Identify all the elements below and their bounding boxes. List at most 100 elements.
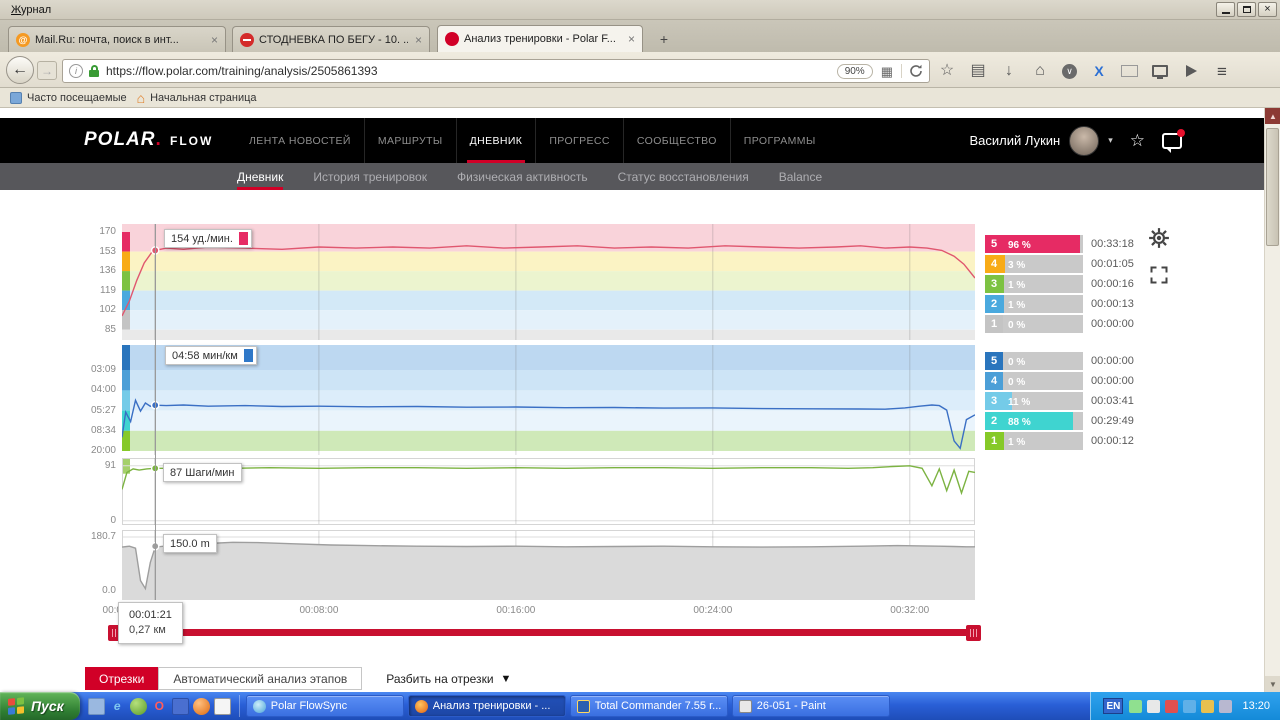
ball-icon[interactable] <box>193 698 210 715</box>
y-axis-tick: 170 <box>70 226 116 237</box>
hamburger-menu-icon[interactable]: ≡ <box>1213 62 1231 80</box>
frequent-bookmark-icon <box>10 92 22 104</box>
zone-row: 311 %00:03:41 <box>985 392 1134 410</box>
scrubber-right-handle[interactable] <box>966 625 981 641</box>
orb-icon[interactable] <box>130 698 147 715</box>
xmarks-sync-icon[interactable]: X <box>1090 62 1108 80</box>
new-tab-button[interactable]: + <box>652 29 676 49</box>
minimize-button[interactable] <box>1216 2 1235 17</box>
cursor-time-tooltip: 00:01:21 0,27 км <box>118 602 183 644</box>
restore-button[interactable] <box>1237 2 1256 17</box>
tray-icon[interactable] <box>1219 700 1232 713</box>
zone-bar: 0 % <box>1003 372 1083 390</box>
zone-row: 43 %00:01:05 <box>985 255 1134 273</box>
scroll-down-icon[interactable]: ▼ <box>1265 676 1280 692</box>
zone-time: 00:00:00 <box>1091 318 1134 330</box>
tray-icon[interactable] <box>1165 700 1178 713</box>
section-tab[interactable]: Отрезки <box>85 667 158 690</box>
back-button[interactable]: ← <box>6 56 34 84</box>
zone-percent: 0 % <box>1008 357 1025 368</box>
zone-bar: 1 % <box>1003 295 1083 313</box>
tab-close-icon[interactable]: × <box>415 33 422 47</box>
close-button[interactable]: × <box>1258 2 1277 17</box>
page-info-icon[interactable]: i <box>69 64 83 78</box>
bookmarks-menu-icon[interactable]: ▤ <box>969 62 987 80</box>
zone-time: 00:29:49 <box>1091 415 1134 427</box>
expand-fullscreen-icon[interactable] <box>1149 265 1169 285</box>
tray-icon[interactable] <box>1183 700 1196 713</box>
cursor-distance: 0,27 км <box>129 623 172 638</box>
browser-tabbar: @Mail.Ru: почта, поиск в инт...×СТОДНЕВК… <box>0 20 1280 52</box>
zone-time: 00:03:41 <box>1091 395 1134 407</box>
stop-favicon <box>240 33 254 47</box>
zone-row: 11 %00:00:12 <box>985 432 1134 450</box>
downloads-icon[interactable]: ↓ <box>1000 62 1018 80</box>
zone-percent: 3 % <box>1008 260 1025 271</box>
scrollbar-thumb[interactable] <box>1266 128 1279 246</box>
forward-button[interactable]: → <box>37 61 57 80</box>
windows-taskbar: Пуск e O Polar FlowSyncАнализ тренировки … <box>0 692 1280 720</box>
task-buttons: Polar FlowSyncАнализ тренировки - ...Tot… <box>244 695 892 717</box>
zone-number: 4 <box>985 372 1003 390</box>
language-indicator[interactable]: EN <box>1103 698 1123 714</box>
zone-time: 00:33:18 <box>1091 238 1134 250</box>
cadence-chart[interactable]: 910 <box>122 458 975 525</box>
bookmark-item[interactable]: ⌂Начальная страница <box>132 91 262 105</box>
https-lock-icon <box>89 65 99 77</box>
start-button[interactable]: Пуск <box>0 692 80 720</box>
browser-tab[interactable]: @Mail.Ru: почта, поиск в инт...× <box>8 26 226 52</box>
url-text[interactable]: https://flow.polar.com/training/analysis… <box>106 64 837 78</box>
bookmark-star-icon[interactable]: ☆ <box>938 62 956 80</box>
zone-number: 3 <box>985 275 1003 293</box>
send-tab-icon[interactable] <box>1182 62 1200 80</box>
home-icon[interactable]: ⌂ <box>1031 62 1049 80</box>
taskbar-button[interactable]: Анализ тренировки - ... <box>408 695 566 717</box>
chart-settings-gear-icon[interactable] <box>1148 227 1170 249</box>
show-desktop-icon[interactable] <box>88 698 105 715</box>
zoom-level-badge[interactable]: 90% <box>837 64 873 79</box>
zone-time: 00:00:00 <box>1091 375 1134 387</box>
zone-percent: 88 % <box>1008 417 1031 428</box>
browser-tab[interactable]: СТОДНЕВКА ПО БЕГУ - 10. ...× <box>232 26 430 52</box>
tray-icon[interactable] <box>1129 700 1142 713</box>
tab-close-icon[interactable]: × <box>628 32 635 46</box>
zone-row: 50 %00:00:00 <box>985 352 1134 370</box>
timeline-scrubber[interactable] <box>122 629 968 636</box>
display-icon[interactable] <box>1151 62 1169 80</box>
page-icon[interactable] <box>214 698 231 715</box>
bookmark-item[interactable]: Часто посещаемые <box>5 92 132 104</box>
ie-icon[interactable]: e <box>109 698 126 715</box>
tray-icon[interactable] <box>1201 700 1214 713</box>
bookmarks-bar: Часто посещаемые⌂Начальная страница <box>0 88 1280 108</box>
y-axis-tick: 04:00 <box>70 384 116 395</box>
grid-view-icon[interactable]: ▦ <box>881 65 893 78</box>
opera-icon[interactable]: O <box>151 698 168 715</box>
polar-favicon <box>445 32 459 46</box>
taskbar-button[interactable]: Total Commander 7.55 r... <box>570 695 728 717</box>
browser-scrollbar[interactable]: ▲ ▼ <box>1264 108 1280 692</box>
window-controls: × <box>1216 2 1277 17</box>
scroll-up-icon[interactable]: ▲ <box>1265 108 1280 124</box>
menu-item[interactable]: Журнал <box>4 2 87 18</box>
reload-icon[interactable] <box>901 64 923 78</box>
section-tab[interactable]: Автоматический анализ этапов <box>158 667 362 690</box>
language-flag-icon[interactable] <box>1121 65 1138 77</box>
url-bar[interactable]: i https://flow.polar.com/training/analys… <box>62 59 930 83</box>
zone-fill <box>1003 255 1005 273</box>
zone-number: 2 <box>985 412 1003 430</box>
pace-tooltip-chip <box>244 349 253 362</box>
section-tab[interactable]: Разбить на отрезки▼ <box>372 667 525 690</box>
mailru-favicon: @ <box>16 33 30 47</box>
zone-time: 00:00:00 <box>1091 355 1134 367</box>
zone-bar: 1 % <box>1003 432 1083 450</box>
browser-tab[interactable]: Анализ тренировки - Polar F...× <box>437 25 643 52</box>
altitude-chart[interactable]: 180.70.0 <box>122 530 975 600</box>
taskbar-button[interactable]: 26-051 - Paint <box>732 695 890 717</box>
pocket-icon[interactable]: ∨ <box>1062 64 1077 79</box>
tab-close-icon[interactable]: × <box>211 33 218 47</box>
taskbar-clock[interactable]: 13:20 <box>1242 700 1270 712</box>
tray-icon[interactable] <box>1147 700 1160 713</box>
taskbar-button[interactable]: Polar FlowSync <box>246 695 404 717</box>
flowsync-icon <box>253 700 266 713</box>
disk-icon[interactable] <box>172 698 189 715</box>
